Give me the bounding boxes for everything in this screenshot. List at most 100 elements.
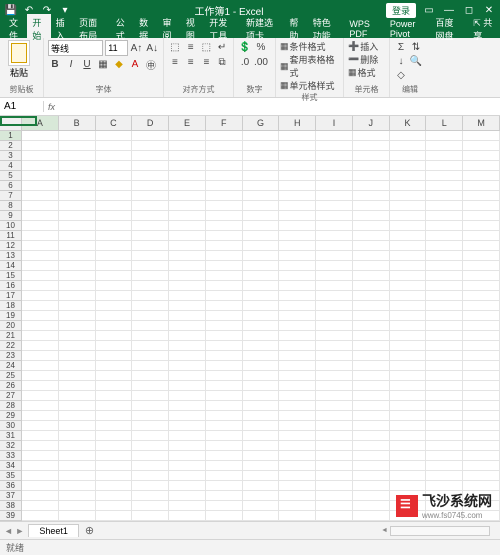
col-header-B[interactable]: B (59, 116, 96, 130)
cell[interactable] (390, 371, 427, 381)
cell[interactable] (132, 241, 169, 251)
cell[interactable] (96, 301, 133, 311)
cell[interactable] (132, 501, 169, 511)
cell[interactable] (22, 141, 59, 151)
cell[interactable] (463, 371, 500, 381)
cell[interactable] (206, 381, 243, 391)
cell[interactable] (353, 201, 390, 211)
cell[interactable] (132, 341, 169, 351)
cell[interactable] (279, 511, 316, 521)
cell[interactable] (243, 251, 280, 261)
cell[interactable] (169, 381, 206, 391)
cell[interactable] (169, 451, 206, 461)
cell[interactable] (132, 481, 169, 491)
cell[interactable] (169, 341, 206, 351)
cell[interactable] (206, 321, 243, 331)
cell[interactable] (426, 331, 463, 341)
cell[interactable] (169, 511, 206, 521)
wrap-text-icon[interactable]: ↵ (215, 40, 229, 54)
cell[interactable] (59, 371, 96, 381)
row-header-19[interactable]: 19 (0, 311, 21, 321)
row-header-8[interactable]: 8 (0, 201, 21, 211)
cell[interactable] (169, 231, 206, 241)
cell[interactable] (316, 191, 353, 201)
cell[interactable] (96, 131, 133, 141)
cell[interactable] (279, 201, 316, 211)
cell[interactable] (390, 181, 427, 191)
share-button[interactable]: ⇱ 共享 (467, 14, 500, 44)
cell[interactable] (426, 391, 463, 401)
cell[interactable] (426, 161, 463, 171)
cell[interactable] (243, 411, 280, 421)
cell[interactable] (316, 261, 353, 271)
cell[interactable] (206, 201, 243, 211)
cell[interactable] (463, 211, 500, 221)
cell[interactable] (390, 511, 427, 521)
cell[interactable] (353, 231, 390, 241)
cell[interactable] (316, 141, 353, 151)
increase-font-icon[interactable]: A↑ (130, 41, 144, 55)
cell[interactable] (96, 391, 133, 401)
cell[interactable] (22, 321, 59, 331)
cell[interactable] (22, 351, 59, 361)
cell[interactable] (279, 221, 316, 231)
decrease-decimal-icon[interactable]: .00 (254, 55, 268, 69)
cell[interactable] (463, 461, 500, 471)
cell[interactable] (463, 131, 500, 141)
cell[interactable] (22, 381, 59, 391)
bold-icon[interactable]: B (48, 57, 62, 71)
cell[interactable] (169, 211, 206, 221)
row-header-24[interactable]: 24 (0, 361, 21, 371)
cell[interactable] (390, 231, 427, 241)
row-header-13[interactable]: 13 (0, 251, 21, 261)
cell[interactable] (316, 251, 353, 261)
cell[interactable] (353, 361, 390, 371)
cell[interactable] (426, 471, 463, 481)
cell[interactable] (206, 231, 243, 241)
cell[interactable] (169, 401, 206, 411)
col-header-H[interactable]: H (279, 116, 316, 130)
cell[interactable] (279, 331, 316, 341)
cell[interactable] (243, 401, 280, 411)
cell[interactable] (353, 351, 390, 361)
cell[interactable] (353, 471, 390, 481)
cell[interactable] (206, 401, 243, 411)
cell[interactable] (353, 321, 390, 331)
cell[interactable] (169, 311, 206, 321)
cell[interactable] (426, 431, 463, 441)
cell[interactable] (463, 301, 500, 311)
cell[interactable] (22, 441, 59, 451)
cell[interactable] (426, 401, 463, 411)
cell[interactable] (206, 491, 243, 501)
cell[interactable] (279, 271, 316, 281)
cell[interactable] (316, 211, 353, 221)
cell[interactable] (463, 201, 500, 211)
cell[interactable] (316, 421, 353, 431)
cell[interactable] (279, 431, 316, 441)
cell[interactable] (390, 141, 427, 151)
cell[interactable] (279, 311, 316, 321)
cell[interactable] (243, 221, 280, 231)
cell[interactable] (390, 491, 427, 501)
cell[interactable] (59, 241, 96, 251)
cell[interactable] (390, 301, 427, 311)
cell[interactable] (169, 131, 206, 141)
cell[interactable] (243, 261, 280, 271)
cell[interactable] (132, 291, 169, 301)
cell[interactable] (279, 371, 316, 381)
cell[interactable] (206, 311, 243, 321)
cell[interactable] (243, 271, 280, 281)
row-header-20[interactable]: 20 (0, 321, 21, 331)
cell[interactable] (22, 401, 59, 411)
cell[interactable] (169, 481, 206, 491)
cell[interactable] (22, 281, 59, 291)
cell[interactable] (96, 491, 133, 501)
cell[interactable] (426, 171, 463, 181)
cell[interactable] (132, 511, 169, 521)
cell[interactable] (390, 411, 427, 421)
cell[interactable] (22, 241, 59, 251)
cell[interactable] (132, 381, 169, 391)
font-color-icon[interactable]: A (128, 57, 142, 71)
cell[interactable] (463, 491, 500, 501)
cell[interactable] (169, 471, 206, 481)
